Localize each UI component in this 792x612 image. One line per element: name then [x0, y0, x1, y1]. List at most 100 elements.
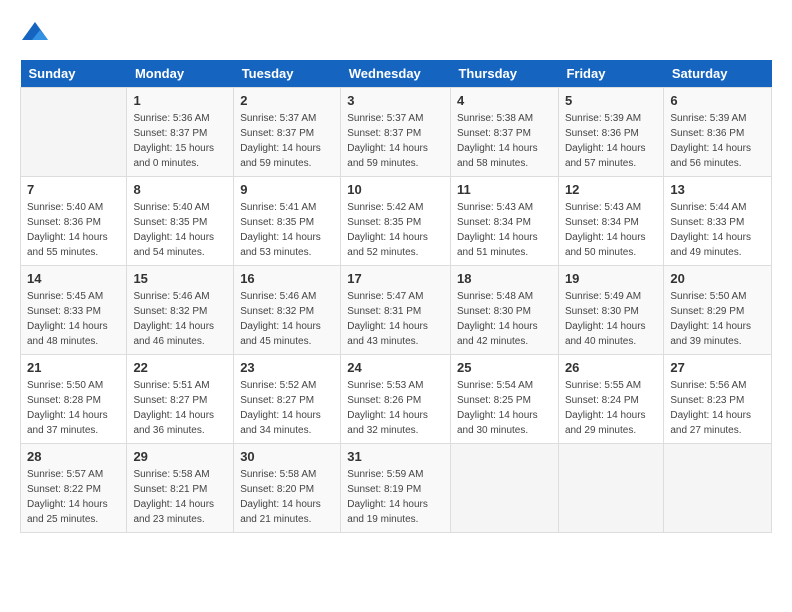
day-cell: [21, 88, 127, 177]
day-cell: 9 Sunrise: 5:41 AM Sunset: 8:35 PM Daylig…: [234, 177, 341, 266]
day-info: Sunrise: 5:57 AM Sunset: 8:22 PM Dayligh…: [27, 467, 120, 527]
day-cell: 25 Sunrise: 5:54 AM Sunset: 8:25 PM Dayli…: [450, 355, 558, 444]
day-cell: 2Sunrise: 5:37 AM Sunset: 8:37 PM Daylig…: [234, 88, 341, 177]
header-cell-saturday: Saturday: [664, 60, 772, 88]
day-info: Sunrise: 5:51 AM Sunset: 8:27 PM Dayligh…: [133, 378, 227, 438]
day-cell: 7 Sunrise: 5:40 AM Sunset: 8:36 PM Daylig…: [21, 177, 127, 266]
page-header: [20, 20, 772, 50]
day-number: 23: [240, 360, 334, 375]
day-number: 3: [347, 93, 444, 108]
day-number: 31: [347, 449, 444, 464]
day-cell: 17 Sunrise: 5:47 AM Sunset: 8:31 PM Dayli…: [341, 266, 451, 355]
day-info: Sunrise: 5:42 AM Sunset: 8:35 PM Dayligh…: [347, 200, 444, 260]
day-number: 13: [670, 182, 765, 197]
day-number: 14: [27, 271, 120, 286]
day-number: 8: [133, 182, 227, 197]
day-cell: 30 Sunrise: 5:58 AM Sunset: 8:20 PM Dayli…: [234, 444, 341, 533]
day-cell: 8 Sunrise: 5:40 AM Sunset: 8:35 PM Daylig…: [127, 177, 234, 266]
calendar-table: SundayMondayTuesdayWednesdayThursdayFrid…: [20, 60, 772, 533]
day-cell: 21Sunrise: 5:50 AM Sunset: 8:28 PM Dayli…: [21, 355, 127, 444]
day-info: Sunrise: 5:43 AM Sunset: 8:34 PM Dayligh…: [457, 200, 552, 260]
logo: [20, 20, 54, 50]
day-cell: 24 Sunrise: 5:53 AM Sunset: 8:26 PM Dayli…: [341, 355, 451, 444]
day-info: Sunrise: 5:46 AM Sunset: 8:32 PM Dayligh…: [240, 289, 334, 349]
day-cell: 29 Sunrise: 5:58 AM Sunset: 8:21 PM Dayli…: [127, 444, 234, 533]
week-row-1: 1 Sunrise: 5:36 AM Sunset: 8:37 PM Daylig…: [21, 88, 772, 177]
day-cell: 20 Sunrise: 5:50 AM Sunset: 8:29 PM Dayli…: [664, 266, 772, 355]
day-info: Sunrise: 5:58 AM Sunset: 8:20 PM Dayligh…: [240, 467, 334, 527]
day-info: Sunrise: 5:52 AM Sunset: 8:27 PM Dayligh…: [240, 378, 334, 438]
day-info: Sunrise: 5:40 AM Sunset: 8:35 PM Dayligh…: [133, 200, 227, 260]
day-info: Sunrise: 5:53 AM Sunset: 8:26 PM Dayligh…: [347, 378, 444, 438]
day-cell: [664, 444, 772, 533]
day-number: 11: [457, 182, 552, 197]
day-info: Sunrise: 5:44 AM Sunset: 8:33 PM Dayligh…: [670, 200, 765, 260]
day-info: Sunrise: 5:54 AM Sunset: 8:25 PM Dayligh…: [457, 378, 552, 438]
day-info: Sunrise: 5:48 AM Sunset: 8:30 PM Dayligh…: [457, 289, 552, 349]
day-cell: [450, 444, 558, 533]
day-cell: 16 Sunrise: 5:46 AM Sunset: 8:32 PM Dayli…: [234, 266, 341, 355]
day-number: 15: [133, 271, 227, 286]
day-number: 25: [457, 360, 552, 375]
day-info: Sunrise: 5:55 AM Sunset: 8:24 PM Dayligh…: [565, 378, 657, 438]
day-info: Sunrise: 5:43 AM Sunset: 8:34 PM Dayligh…: [565, 200, 657, 260]
day-number: 10: [347, 182, 444, 197]
header-cell-monday: Monday: [127, 60, 234, 88]
day-cell: 14 Sunrise: 5:45 AM Sunset: 8:33 PM Dayli…: [21, 266, 127, 355]
day-info: Sunrise: 5:41 AM Sunset: 8:35 PM Dayligh…: [240, 200, 334, 260]
day-number: 21: [27, 360, 120, 375]
day-number: 26: [565, 360, 657, 375]
day-cell: 6Sunrise: 5:39 AM Sunset: 8:36 PM Daylig…: [664, 88, 772, 177]
day-info: Sunrise: 5:37 AM Sunset: 8:37 PM Dayligh…: [240, 111, 334, 171]
day-number: 16: [240, 271, 334, 286]
day-info: Sunrise: 5:37 AM Sunset: 8:37 PM Dayligh…: [347, 111, 444, 171]
day-info: Sunrise: 5:36 AM Sunset: 8:37 PM Dayligh…: [133, 111, 227, 171]
week-row-4: 21Sunrise: 5:50 AM Sunset: 8:28 PM Dayli…: [21, 355, 772, 444]
logo-icon: [20, 20, 50, 50]
day-info: Sunrise: 5:38 AM Sunset: 8:37 PM Dayligh…: [457, 111, 552, 171]
day-info: Sunrise: 5:56 AM Sunset: 8:23 PM Dayligh…: [670, 378, 765, 438]
day-cell: 4 Sunrise: 5:38 AM Sunset: 8:37 PM Daylig…: [450, 88, 558, 177]
day-cell: 1 Sunrise: 5:36 AM Sunset: 8:37 PM Daylig…: [127, 88, 234, 177]
day-info: Sunrise: 5:45 AM Sunset: 8:33 PM Dayligh…: [27, 289, 120, 349]
day-number: 19: [565, 271, 657, 286]
day-info: Sunrise: 5:40 AM Sunset: 8:36 PM Dayligh…: [27, 200, 120, 260]
day-number: 30: [240, 449, 334, 464]
day-number: 6: [670, 93, 765, 108]
day-cell: 15 Sunrise: 5:46 AM Sunset: 8:32 PM Dayli…: [127, 266, 234, 355]
day-cell: 31 Sunrise: 5:59 AM Sunset: 8:19 PM Dayli…: [341, 444, 451, 533]
day-cell: 11 Sunrise: 5:43 AM Sunset: 8:34 PM Dayli…: [450, 177, 558, 266]
day-number: 28: [27, 449, 120, 464]
day-info: Sunrise: 5:58 AM Sunset: 8:21 PM Dayligh…: [133, 467, 227, 527]
week-row-2: 7 Sunrise: 5:40 AM Sunset: 8:36 PM Daylig…: [21, 177, 772, 266]
day-number: 12: [565, 182, 657, 197]
day-number: 18: [457, 271, 552, 286]
day-number: 20: [670, 271, 765, 286]
header-cell-thursday: Thursday: [450, 60, 558, 88]
header-cell-friday: Friday: [558, 60, 663, 88]
day-number: 22: [133, 360, 227, 375]
day-info: Sunrise: 5:47 AM Sunset: 8:31 PM Dayligh…: [347, 289, 444, 349]
day-info: Sunrise: 5:50 AM Sunset: 8:29 PM Dayligh…: [670, 289, 765, 349]
day-cell: [558, 444, 663, 533]
day-cell: 13 Sunrise: 5:44 AM Sunset: 8:33 PM Dayli…: [664, 177, 772, 266]
day-number: 7: [27, 182, 120, 197]
day-number: 17: [347, 271, 444, 286]
day-info: Sunrise: 5:59 AM Sunset: 8:19 PM Dayligh…: [347, 467, 444, 527]
day-cell: 27Sunrise: 5:56 AM Sunset: 8:23 PM Dayli…: [664, 355, 772, 444]
day-cell: 3 Sunrise: 5:37 AM Sunset: 8:37 PM Daylig…: [341, 88, 451, 177]
day-number: 29: [133, 449, 227, 464]
header-cell-tuesday: Tuesday: [234, 60, 341, 88]
day-info: Sunrise: 5:46 AM Sunset: 8:32 PM Dayligh…: [133, 289, 227, 349]
day-number: 4: [457, 93, 552, 108]
day-info: Sunrise: 5:49 AM Sunset: 8:30 PM Dayligh…: [565, 289, 657, 349]
day-cell: 18 Sunrise: 5:48 AM Sunset: 8:30 PM Dayli…: [450, 266, 558, 355]
day-number: 24: [347, 360, 444, 375]
day-cell: 10 Sunrise: 5:42 AM Sunset: 8:35 PM Dayli…: [341, 177, 451, 266]
day-cell: 28 Sunrise: 5:57 AM Sunset: 8:22 PM Dayli…: [21, 444, 127, 533]
day-cell: 19 Sunrise: 5:49 AM Sunset: 8:30 PM Dayli…: [558, 266, 663, 355]
day-number: 1: [133, 93, 227, 108]
day-number: 9: [240, 182, 334, 197]
day-info: Sunrise: 5:39 AM Sunset: 8:36 PM Dayligh…: [565, 111, 657, 171]
header-row: SundayMondayTuesdayWednesdayThursdayFrid…: [21, 60, 772, 88]
